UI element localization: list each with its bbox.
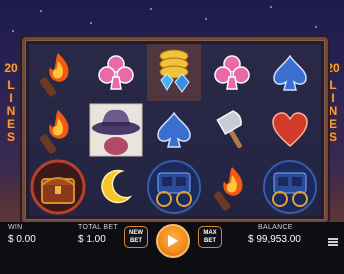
balance-value: $ 99,953.00 xyxy=(248,234,301,245)
symbol-cowboy-hat-icon xyxy=(87,101,145,158)
new-bet-line1: NEW xyxy=(129,230,143,236)
symbol-axe-icon xyxy=(203,101,261,158)
max-bet-button[interactable]: MAX BET xyxy=(198,226,222,248)
lines-word: LINES xyxy=(6,78,16,144)
symbol-heart-icon xyxy=(261,101,319,158)
symbol-club-icon xyxy=(203,44,261,101)
star xyxy=(270,6,272,8)
menu-icon[interactable] xyxy=(328,234,338,246)
star xyxy=(205,18,207,20)
star xyxy=(12,30,14,32)
symbol-stagecoach-icon xyxy=(261,158,319,215)
symbol-torch-icon xyxy=(29,44,87,101)
symbol-stagecoach-icon xyxy=(145,158,203,215)
reels-area xyxy=(29,44,321,216)
win-value: $ 0.00 xyxy=(8,234,36,245)
star xyxy=(315,26,317,28)
total-bet-label: TOTAL BET xyxy=(78,224,118,231)
star xyxy=(40,10,42,12)
paylines-indicator-left: 20 LINES xyxy=(3,62,19,144)
symbol-club-icon xyxy=(87,44,145,101)
symbol-torch-icon xyxy=(203,158,261,215)
max-bet-line1: MAX xyxy=(203,230,217,236)
spin-button[interactable] xyxy=(156,224,190,258)
star xyxy=(150,8,152,10)
symbol-spade-icon xyxy=(261,44,319,101)
new-bet-button[interactable]: NEW BET xyxy=(124,226,148,248)
balance-label: BALANCE xyxy=(258,224,293,231)
symbol-spade-icon xyxy=(145,101,203,158)
symbol-gold-coins-gems-icon xyxy=(145,44,203,101)
lines-word: LINES xyxy=(328,78,338,144)
lines-count: 20 xyxy=(326,61,340,75)
new-bet-line2: BET xyxy=(130,238,142,244)
symbol-treasure-chest-icon xyxy=(29,158,87,215)
win-label: WIN xyxy=(8,224,23,231)
play-icon xyxy=(168,235,178,247)
total-bet-value: $ 1.00 xyxy=(78,234,106,245)
symbol-moon-icon xyxy=(87,158,145,215)
star xyxy=(90,22,92,24)
max-bet-line2: BET xyxy=(204,238,216,244)
lines-count: 20 xyxy=(4,61,18,75)
reel-frame xyxy=(22,37,328,223)
bottom-control-bar: WIN $ 0.00 TOTAL BET $ 1.00 NEW BET MAX … xyxy=(0,222,344,274)
symbol-torch-icon xyxy=(29,101,87,158)
